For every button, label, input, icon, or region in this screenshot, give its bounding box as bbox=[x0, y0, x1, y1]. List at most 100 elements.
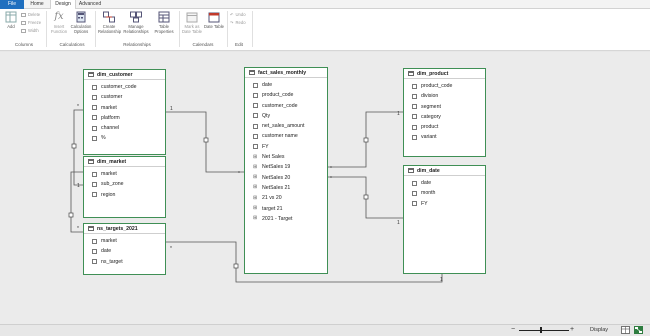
table-header[interactable]: dim_date bbox=[404, 166, 485, 176]
field-row[interactable]: Qty bbox=[245, 111, 327, 121]
column-icon bbox=[412, 201, 417, 207]
field-row[interactable]: market bbox=[84, 169, 165, 179]
undo-button[interactable]: ↶ Undo bbox=[230, 12, 246, 18]
zoom-in-button[interactable]: + bbox=[570, 325, 574, 334]
field-row[interactable]: customer name bbox=[245, 131, 327, 141]
column-icon bbox=[253, 113, 258, 119]
undo-icon: ↶ bbox=[230, 12, 234, 17]
field-row[interactable]: ⊞ NetSales 19 bbox=[245, 162, 327, 172]
table-properties-button[interactable]: Table Properties bbox=[153, 11, 175, 34]
field-name: FY bbox=[421, 200, 428, 207]
cardinality-one: 1 bbox=[170, 106, 173, 112]
field-row[interactable]: date bbox=[245, 80, 327, 90]
date-table-button[interactable]: Date Table bbox=[204, 11, 224, 29]
field-row[interactable]: division bbox=[404, 91, 485, 101]
field-row[interactable]: product_code bbox=[245, 90, 327, 100]
redo-icon: ↷ bbox=[230, 20, 234, 25]
field-row[interactable]: platform bbox=[84, 113, 165, 123]
field-row[interactable]: FY bbox=[404, 199, 485, 209]
field-row[interactable]: month bbox=[404, 188, 485, 198]
table-dim-customer[interactable]: dim_customer customer_code customer market… bbox=[83, 69, 166, 155]
table-icon bbox=[408, 168, 414, 173]
field-list: market sub_zoneregion bbox=[84, 167, 165, 200]
tab-file[interactable]: File bbox=[0, 0, 24, 9]
field-name: 2021 - Target bbox=[262, 215, 293, 222]
table-dim-product[interactable]: dim_product product_code division segment c… bbox=[403, 68, 486, 157]
ribbon: Add Delete Freeze Width Columns fx Inser… bbox=[0, 9, 650, 51]
field-row[interactable]: net_sales_amount bbox=[245, 121, 327, 131]
table-ns-targets-2021[interactable]: ns_targets_2021 market date ns_target bbox=[83, 223, 166, 275]
cardinality-one: 1 bbox=[397, 220, 400, 226]
diagram-view-icon[interactable] bbox=[634, 326, 643, 334]
field-row[interactable]: segment bbox=[404, 102, 485, 112]
field-row[interactable]: ⊞ target 21 bbox=[245, 204, 327, 214]
field-row[interactable]: % bbox=[84, 133, 165, 143]
table-header[interactable]: ns_targets_2021 bbox=[84, 224, 165, 234]
field-row[interactable]: customer_code bbox=[245, 101, 327, 111]
field-row[interactable]: variant bbox=[404, 132, 485, 142]
diagram-canvas[interactable]: 1 * * 1 * * 1 1 * 1 * dim_customer custo… bbox=[0, 52, 650, 324]
table-dim-date[interactable]: dim_date date month FY bbox=[403, 165, 486, 274]
field-name: variant bbox=[421, 134, 437, 141]
undo-label: Undo bbox=[235, 12, 246, 17]
tab-home[interactable]: Home bbox=[24, 0, 50, 9]
field-row[interactable]: date bbox=[404, 178, 485, 188]
zoom-slider-track[interactable] bbox=[519, 330, 569, 331]
field-row[interactable]: region bbox=[84, 190, 165, 200]
field-row[interactable]: ⊞ Net Sales bbox=[245, 152, 327, 162]
field-row[interactable]: category bbox=[404, 112, 485, 122]
field-row[interactable]: channel bbox=[84, 123, 165, 133]
width-icon bbox=[21, 28, 26, 33]
field-row[interactable]: ⊞ 21 vs 20 bbox=[245, 193, 327, 203]
column-width-button[interactable]: Width bbox=[21, 28, 39, 34]
table-name: dim_date bbox=[417, 167, 440, 174]
mark-as-date-table-button[interactable]: Mark as Date Table bbox=[181, 11, 203, 34]
column-icon bbox=[92, 248, 97, 254]
field-row[interactable]: product_code bbox=[404, 81, 485, 91]
zoom-out-button[interactable]: − bbox=[511, 325, 515, 334]
column-icon bbox=[92, 181, 97, 187]
table-header[interactable]: fact_sales_monthly bbox=[245, 68, 327, 78]
grid-view-icon[interactable] bbox=[621, 326, 630, 334]
add-column-icon bbox=[5, 11, 17, 23]
field-row[interactable]: customer_code bbox=[84, 82, 165, 92]
relationship-line[interactable] bbox=[70, 171, 83, 233]
group-separator bbox=[179, 11, 180, 47]
freeze-column-button[interactable]: Freeze bbox=[21, 20, 41, 26]
field-name: sub_zone bbox=[101, 181, 124, 188]
field-row[interactable]: sub_zone bbox=[84, 179, 165, 189]
calculation-options-button[interactable]: Calculation Options bbox=[69, 11, 93, 34]
table-header[interactable]: dim_product bbox=[404, 69, 485, 79]
create-relationship-button[interactable]: Create Relationship bbox=[98, 11, 121, 34]
column-icon bbox=[412, 180, 417, 186]
insert-function-button[interactable]: fx Insert Function bbox=[48, 11, 70, 34]
add-column-button[interactable]: Add bbox=[3, 11, 19, 29]
table-header[interactable]: dim_market bbox=[84, 157, 165, 167]
delete-column-button[interactable]: Delete bbox=[21, 12, 40, 18]
field-name: market bbox=[101, 238, 117, 244]
redo-button[interactable]: ↷ Redo bbox=[230, 20, 246, 26]
table-fact-sales-monthly[interactable]: fact_sales_monthly date product_code custo… bbox=[244, 67, 328, 274]
manage-relationships-button[interactable]: Manage Relationships bbox=[121, 11, 151, 34]
field-row[interactable]: market bbox=[84, 236, 165, 246]
field-row[interactable]: date bbox=[84, 246, 165, 256]
field-row[interactable]: ⊞ NetSales 21 bbox=[245, 183, 327, 193]
field-row[interactable]: ⊞ 2021 - Target bbox=[245, 214, 327, 224]
column-icon bbox=[412, 83, 417, 89]
field-row[interactable]: market bbox=[84, 103, 165, 113]
field-name: NetSales 21 bbox=[262, 184, 291, 191]
column-icon bbox=[412, 124, 417, 130]
calculated-field-icon: ⊞ bbox=[253, 215, 258, 222]
field-row[interactable]: FY bbox=[245, 142, 327, 152]
zoom-slider-thumb[interactable] bbox=[540, 327, 542, 333]
field-row[interactable]: product bbox=[404, 122, 485, 132]
table-dim-market[interactable]: dim_market market sub_zoneregion bbox=[83, 156, 166, 218]
field-name: product bbox=[421, 124, 439, 131]
tab-advanced[interactable]: Advanced bbox=[76, 0, 104, 9]
table-header[interactable]: dim_customer bbox=[84, 70, 165, 80]
field-list: date product_code customer_code Qty net_sale… bbox=[245, 78, 327, 224]
field-row[interactable]: ⊞ NetSales 20 bbox=[245, 173, 327, 183]
field-row[interactable]: ns_target bbox=[84, 257, 165, 267]
field-row[interactable]: customer bbox=[84, 92, 165, 102]
calculated-field-icon: ⊞ bbox=[253, 174, 258, 181]
